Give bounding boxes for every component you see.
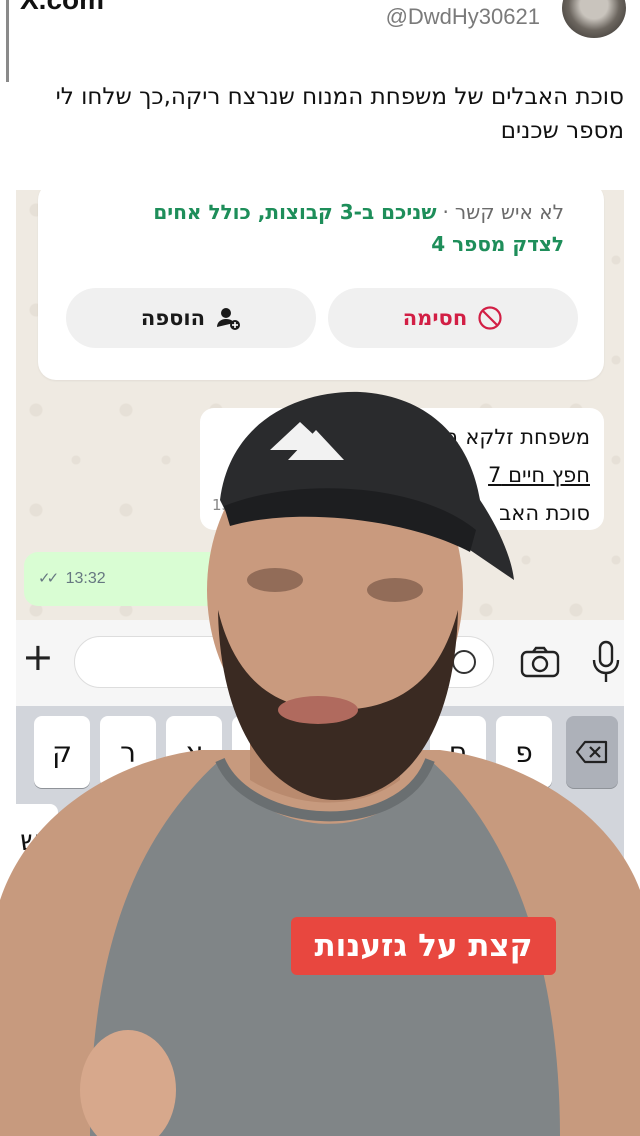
read-ticks-icon: ✓✓ <box>38 570 59 587</box>
unknown-contact-card: לא איש קשר·שניכם ב-3 קבוצות, כולל אחים ל… <box>38 190 604 380</box>
outgoing-time: 13:32 <box>65 570 106 587</box>
message-line1-end[interactable]: ברחוב <box>403 425 459 449</box>
block-icon <box>478 306 502 330</box>
message-line3: סוכת האב <box>499 501 590 525</box>
message-time: 13: <box>212 496 237 514</box>
message-line2[interactable]: חפץ חיים 7 <box>214 456 590 494</box>
key[interactable]: פ <box>496 716 552 788</box>
outgoing-message[interactable]: להגיע ✓✓ 13:32 <box>24 552 284 606</box>
message-line1: משפחת זלקא <box>465 425 590 449</box>
sticker-icon[interactable] <box>452 650 476 674</box>
key[interactable]: ר <box>100 716 156 788</box>
common-groups-line2: לצדק מספר 4 <box>431 232 564 256</box>
message-input-bar: + <box>16 620 624 706</box>
key[interactable]: ם <box>430 716 486 788</box>
separator-dot: · <box>442 200 449 224</box>
add-label: הוספה <box>140 306 206 330</box>
contact-info: לא איש קשר·שניכם ב-3 קבוצות, כולל אחים ל… <box>64 196 564 260</box>
block-button[interactable]: חסימה <box>328 288 578 348</box>
outgoing-text: להגיע <box>217 564 270 588</box>
key[interactable]: ש <box>16 804 58 876</box>
add-contact-button[interactable]: הוספה <box>66 288 316 348</box>
message-line: משפחת זלקא ברחוב <box>214 418 590 456</box>
whatsapp-screenshot: לא איש קשר·שניכם ב-3 קבוצות, כולל אחים ל… <box>16 190 624 1136</box>
key[interactable]: א <box>166 716 222 788</box>
key[interactable]: ו <box>298 716 354 788</box>
backspace-key[interactable] <box>566 716 618 788</box>
message-input[interactable] <box>74 636 494 688</box>
thread-line <box>6 0 9 82</box>
key[interactable]: ק <box>34 716 90 788</box>
plus-icon[interactable]: + <box>22 638 54 676</box>
tweet-header: X.com @DwdHy30621 סוכת האבלים של משפחת ה… <box>0 0 640 190</box>
add-user-icon <box>217 308 241 330</box>
backspace-icon <box>575 740 608 764</box>
common-groups-line1: שניכם ב-3 קבוצות, כולל אחים <box>153 200 437 224</box>
incoming-message[interactable]: משפחת זלקא ברחוב חפץ חיים 7 סוכת האב 13: <box>200 408 604 530</box>
avatar[interactable] <box>562 0 626 38</box>
user-handle[interactable]: @DwdHy30621 <box>386 4 540 30</box>
brand-name: X.com <box>20 0 104 16</box>
block-label: חסימה <box>402 306 468 330</box>
not-contact-label: לא איש קשר <box>454 200 564 224</box>
tweet-text: סוכת האבלים של משפחת המנוח שנרצח ריקה,כך… <box>55 84 624 144</box>
outgoing-meta: ✓✓ 13:32 <box>38 569 106 588</box>
key[interactable]: ן <box>364 716 420 788</box>
video-caption: קצת על גזענות <box>291 917 556 975</box>
camera-icon[interactable] <box>520 646 560 678</box>
key[interactable]: ט <box>232 716 288 788</box>
microphone-icon[interactable] <box>590 640 622 684</box>
